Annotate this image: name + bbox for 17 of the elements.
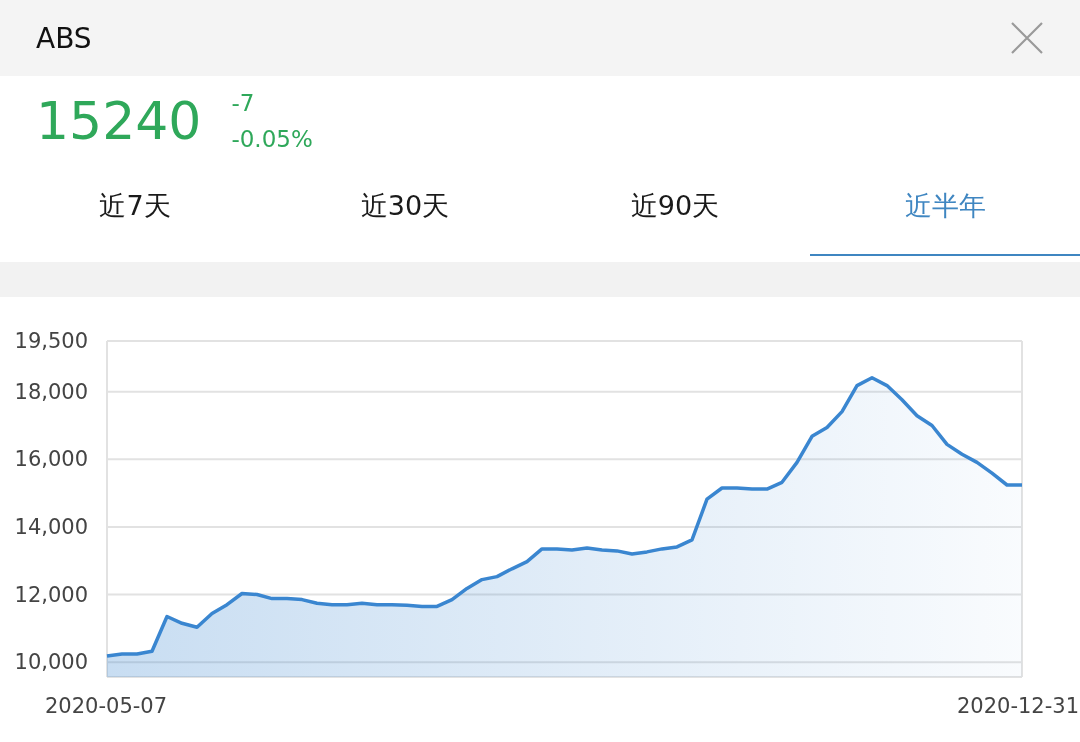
range-tab[interactable]: 近7天 bbox=[0, 158, 270, 256]
y-axis-label: 16,000 bbox=[14, 447, 88, 472]
x-axis-label: 2020-05-07 bbox=[45, 694, 168, 718]
y-axis-label: 12,000 bbox=[14, 582, 88, 607]
price-change: -7 bbox=[231, 89, 256, 118]
y-axis-label: 14,000 bbox=[14, 514, 88, 539]
close-icon[interactable] bbox=[1010, 21, 1044, 55]
x-axis-label: 2020-12-31 bbox=[956, 694, 1079, 718]
y-axis-label: 18,000 bbox=[14, 379, 88, 404]
range-tab[interactable]: 近半年 bbox=[810, 158, 1080, 256]
range-tab[interactable]: 近90天 bbox=[540, 158, 810, 256]
window-title: ABS bbox=[36, 21, 92, 55]
y-axis-label: 19,500 bbox=[14, 329, 88, 353]
range-tab[interactable]: 近30天 bbox=[270, 158, 540, 256]
price-change-percent: -0.05% bbox=[231, 125, 313, 154]
price-value: 15240 bbox=[36, 95, 202, 147]
y-axis-label: 10,000 bbox=[14, 650, 88, 675]
